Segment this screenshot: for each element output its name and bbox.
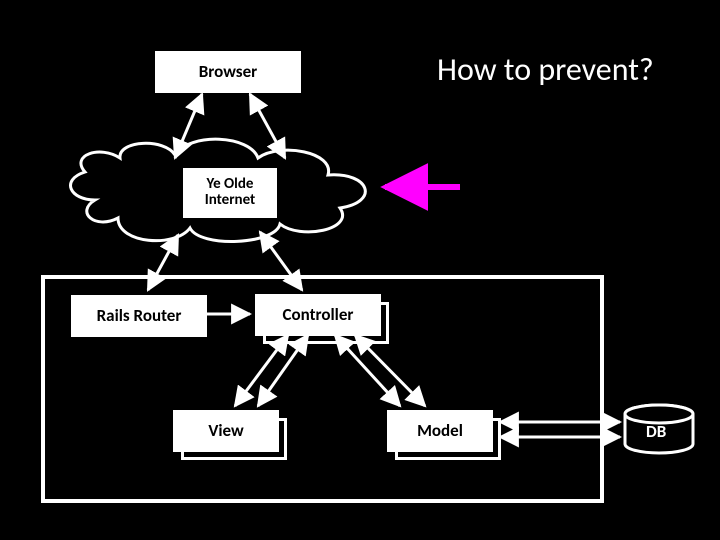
model-label: Model: [390, 413, 490, 449]
db-label: DB: [646, 421, 666, 442]
browser-label: Browser: [158, 54, 298, 90]
router-box: Rails Router: [71, 295, 207, 337]
controller-box: Controller: [255, 294, 381, 336]
internet-label: Ye Olde Internet: [186, 171, 274, 215]
internet-box: Ye Olde Internet: [183, 168, 277, 218]
router-label: Rails Router: [74, 298, 204, 334]
controller-label: Controller: [258, 297, 378, 333]
browser-box: Browser: [155, 51, 301, 93]
view-label: View: [176, 413, 276, 449]
model-box: Model: [387, 410, 493, 452]
slide-title: How to prevent?: [437, 50, 654, 89]
diagram-stage: How to prevent? Browser Ye Olde Internet…: [0, 0, 720, 540]
view-box: View: [173, 410, 279, 452]
